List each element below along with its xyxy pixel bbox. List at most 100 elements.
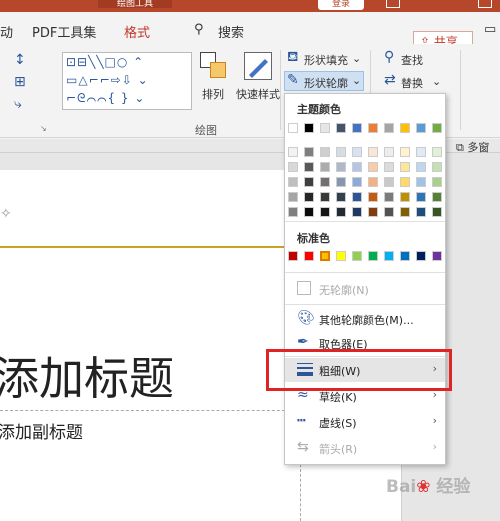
theme-color-shade-swatch[interactable] [432, 192, 442, 202]
theme-color-shade-swatch[interactable] [336, 207, 346, 217]
quick-style-label[interactable]: 快速样式 [236, 86, 280, 102]
theme-color-swatch[interactable] [288, 123, 298, 133]
theme-color-swatch[interactable] [304, 123, 314, 133]
theme-color-swatch[interactable] [432, 123, 442, 133]
theme-color-shade-swatch[interactable] [352, 162, 362, 172]
standard-color-swatch[interactable] [400, 251, 410, 261]
theme-color-swatch[interactable] [400, 123, 410, 133]
slide-title-placeholder[interactable]: 添加标题 [0, 342, 174, 407]
tab-search[interactable]: 搜索 [218, 22, 244, 41]
theme-color-swatch[interactable] [320, 123, 330, 133]
quick-style-icon[interactable] [244, 52, 272, 80]
theme-color-shade-swatch[interactable] [400, 162, 410, 172]
theme-color-shade-swatch[interactable] [400, 147, 410, 157]
theme-color-shade-swatch[interactable] [352, 177, 362, 187]
rotate-handle-icon[interactable]: ✧ [0, 206, 12, 222]
arrows-item[interactable]: ⇆ 箭头(R) › [285, 436, 445, 460]
find-button[interactable]: 查找 [401, 52, 423, 68]
theme-color-shade-swatch[interactable] [368, 207, 378, 217]
chevron-down-icon[interactable]: ⌄ [352, 52, 361, 65]
tab-animation[interactable]: 动 [0, 22, 13, 41]
theme-color-shade-swatch[interactable] [432, 207, 442, 217]
theme-color-shade-swatch[interactable] [304, 192, 314, 202]
theme-color-shade-swatch[interactable] [432, 147, 442, 157]
theme-color-shade-swatch[interactable] [368, 177, 378, 187]
theme-color-shade-swatch[interactable] [288, 162, 298, 172]
theme-color-shade-swatch[interactable] [416, 192, 426, 202]
theme-color-swatch[interactable] [384, 123, 394, 133]
theme-color-shade-swatch[interactable] [432, 177, 442, 187]
arrange-icon[interactable] [200, 52, 228, 80]
theme-color-shade-swatch[interactable] [384, 207, 394, 217]
theme-color-shade-swatch[interactable] [304, 207, 314, 217]
replace-button[interactable]: 替换 [401, 75, 423, 91]
theme-color-shade-swatch[interactable] [400, 177, 410, 187]
standard-color-swatch[interactable] [336, 251, 346, 261]
comment-icon[interactable]: ▭ [484, 22, 496, 37]
theme-color-swatch[interactable] [352, 123, 362, 133]
theme-color-shade-swatch[interactable] [288, 207, 298, 217]
theme-color-shade-swatch[interactable] [288, 147, 298, 157]
search-icon[interactable]: ⚲ [194, 22, 204, 37]
theme-color-shade-swatch[interactable] [320, 177, 330, 187]
theme-color-shade-swatch[interactable] [336, 192, 346, 202]
theme-color-shade-swatch[interactable] [384, 147, 394, 157]
dialog-launcher-icon[interactable]: ↘ [40, 124, 47, 133]
theme-color-shade-swatch[interactable] [400, 192, 410, 202]
smartart-convert-icon[interactable]: ⤷ [14, 96, 22, 112]
shape-row[interactable]: ⌐ᘓ⌒⌒{ } ⌄ [66, 91, 145, 107]
find-icon[interactable]: ⚲ [384, 49, 394, 65]
standard-color-swatch[interactable] [432, 251, 442, 261]
theme-color-shade-swatch[interactable] [400, 207, 410, 217]
replace-icon[interactable]: ⇄ [384, 72, 396, 88]
theme-color-shade-swatch[interactable] [416, 207, 426, 217]
tab-pdf-tools[interactable]: PDF工具集 [32, 22, 96, 41]
restore-window-icon[interactable] [478, 0, 492, 8]
theme-color-shade-swatch[interactable] [320, 192, 330, 202]
theme-color-shade-swatch[interactable] [416, 162, 426, 172]
chevron-down-icon[interactable]: ⌄ [432, 75, 441, 88]
standard-color-swatch[interactable] [352, 251, 362, 261]
standard-color-swatch[interactable] [288, 251, 298, 261]
shape-row[interactable]: ⊡⊟╲╲□○ ⌃ [66, 55, 144, 71]
align-text-icon[interactable]: ⊞ [14, 74, 26, 90]
standard-color-swatch[interactable] [368, 251, 378, 261]
theme-color-shade-swatch[interactable] [352, 147, 362, 157]
theme-color-shade-swatch[interactable] [384, 192, 394, 202]
theme-color-swatch[interactable] [336, 123, 346, 133]
theme-color-shade-swatch[interactable] [288, 177, 298, 187]
theme-color-shade-swatch[interactable] [432, 162, 442, 172]
theme-color-shade-swatch[interactable] [368, 192, 378, 202]
more-outline-colors-item[interactable]: 🎨︎ 其他轮廓颜色(M)... [285, 307, 445, 331]
theme-color-shade-swatch[interactable] [416, 177, 426, 187]
shapes-gallery[interactable]: ⊡⊟╲╲□○ ⌃ ▭△⌐⌐⇨⇩ ⌄ ⌐ᘓ⌒⌒{ } ⌄ [62, 52, 192, 110]
theme-color-shade-swatch[interactable] [288, 192, 298, 202]
standard-color-swatch[interactable] [320, 251, 330, 261]
fill-bucket-icon[interactable]: ⛾ [287, 49, 298, 67]
no-outline-item[interactable]: 无轮廓(N) [285, 277, 445, 301]
theme-color-shade-swatch[interactable] [336, 162, 346, 172]
theme-color-shade-swatch[interactable] [320, 162, 330, 172]
theme-color-shade-swatch[interactable] [304, 177, 314, 187]
tab-format[interactable]: 格式 [124, 22, 150, 41]
login-button[interactable]: 登录 [318, 0, 364, 10]
text-direction-icon[interactable]: ↕ [14, 52, 26, 68]
standard-color-swatch[interactable] [416, 251, 426, 261]
ribbon-display-icon[interactable] [386, 0, 400, 8]
theme-color-swatch[interactable] [416, 123, 426, 133]
theme-color-shade-swatch[interactable] [352, 207, 362, 217]
theme-color-shade-swatch[interactable] [416, 147, 426, 157]
shape-row[interactable]: ▭△⌐⌐⇨⇩ ⌄ [66, 73, 149, 89]
theme-color-shade-swatch[interactable] [352, 192, 362, 202]
theme-color-shade-swatch[interactable] [384, 177, 394, 187]
shape-fill-button[interactable]: 形状填充 [304, 52, 348, 68]
standard-color-swatch[interactable] [384, 251, 394, 261]
theme-color-shade-swatch[interactable] [304, 162, 314, 172]
theme-color-shade-swatch[interactable] [320, 147, 330, 157]
theme-color-shade-swatch[interactable] [368, 147, 378, 157]
theme-color-swatch[interactable] [368, 123, 378, 133]
standard-color-swatch[interactable] [304, 251, 314, 261]
slide-subtitle-placeholder[interactable]: 添加副标题 [0, 418, 83, 443]
theme-color-shade-swatch[interactable] [336, 177, 346, 187]
theme-color-shade-swatch[interactable] [368, 162, 378, 172]
